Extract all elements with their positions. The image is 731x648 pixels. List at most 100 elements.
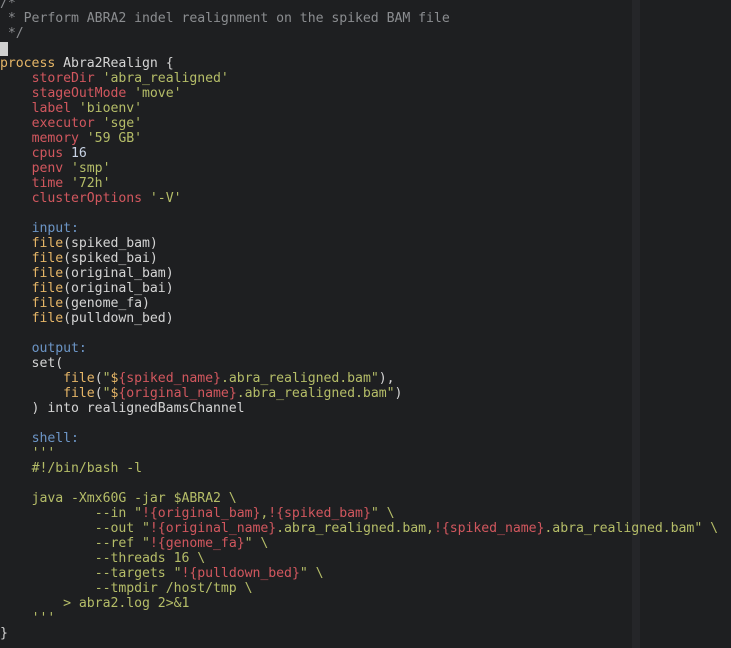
code-line[interactable]: clusterOptions '-V' xyxy=(0,191,718,206)
string-token: ''' xyxy=(31,611,56,626)
plain-token: ) xyxy=(394,386,403,401)
code-line[interactable]: label 'bioenv' xyxy=(0,101,718,116)
plain-token: set( xyxy=(0,356,64,371)
code-line[interactable]: input: xyxy=(0,221,718,236)
variable-token: !{spiked_name} xyxy=(433,521,545,536)
code-line[interactable]: stageOutMode 'move' xyxy=(0,86,718,101)
code-line[interactable]: file("${original_name}.abra_realigned.ba… xyxy=(0,386,718,401)
property-token: executor xyxy=(31,116,95,131)
string-token: --threads 16 \ xyxy=(94,551,206,566)
code-line[interactable]: penv 'smp' xyxy=(0,161,718,176)
keyword-token: file xyxy=(31,251,64,266)
code-line[interactable]: ) into realignedBamsChannel xyxy=(0,401,718,416)
code-line[interactable]: */ xyxy=(0,26,718,41)
code-line[interactable]: --threads 16 \ xyxy=(0,551,718,566)
code-line[interactable]: output: xyxy=(0,341,718,356)
code-line[interactable] xyxy=(0,476,718,491)
property-token: time xyxy=(31,176,64,191)
code-line[interactable]: file(pulldown_bed) xyxy=(0,311,718,326)
code-line[interactable]: file(spiked_bai) xyxy=(0,251,718,266)
code-line[interactable] xyxy=(0,416,718,431)
string-token: " \ xyxy=(244,536,269,551)
comment-token: * Perform ABRA2 indel realignment on the… xyxy=(0,11,450,26)
code-line[interactable]: file(original_bai) xyxy=(0,281,718,296)
variable-token: {spiked_name} xyxy=(118,371,221,386)
keyword-token: file xyxy=(31,236,64,251)
code-line[interactable] xyxy=(0,326,718,341)
property-token: storeDir xyxy=(31,71,95,86)
code-line[interactable]: #!/bin/bash -l xyxy=(0,461,718,476)
string-token: '59 GB' xyxy=(86,131,143,146)
number-token: 16 xyxy=(71,146,87,161)
code-line[interactable]: shell: xyxy=(0,431,718,446)
plain-token: ) into realignedBamsChannel xyxy=(0,401,245,416)
code-line[interactable]: storeDir 'abra_realigned' xyxy=(0,71,718,86)
code-line[interactable]: --out "!{original_name}.abra_realigned.b… xyxy=(0,521,718,536)
property-token: memory xyxy=(31,131,79,146)
code-line[interactable]: --targets "!{pulldown_bed}" \ xyxy=(0,566,718,581)
string-token: .abra_realigned.bam" xyxy=(236,386,395,401)
code-editor[interactable]: /* * Perform ABRA2 indel realignment on … xyxy=(0,0,718,641)
plain-token: (original_bai) xyxy=(63,281,174,296)
code-line[interactable]: * Perform ABRA2 indel realignment on the… xyxy=(0,11,718,26)
code-line[interactable] xyxy=(0,206,718,221)
string-token: .abra_realigned.bam" xyxy=(220,371,379,386)
code-line[interactable]: > abra2.log 2>&1 xyxy=(0,596,718,611)
label-token: output: xyxy=(31,341,87,356)
comment-token: /* xyxy=(0,0,16,11)
code-line[interactable]: ''' xyxy=(0,611,718,626)
code-line[interactable]: /* xyxy=(0,0,718,11)
code-line[interactable]: java -Xmx60G -jar $ABRA2 \ xyxy=(0,491,718,506)
property-token: clusterOptions xyxy=(31,191,143,206)
code-line[interactable]: } xyxy=(0,626,718,641)
string-token: 'smp' xyxy=(71,161,111,176)
code-line[interactable]: --tmpdir /host/tmp \ xyxy=(0,581,718,596)
plain-token: (spiked_bam) xyxy=(63,236,158,251)
string-token: '-V' xyxy=(149,191,182,206)
code-line[interactable]: file(original_bam) xyxy=(0,266,718,281)
code-line[interactable]: set( xyxy=(0,356,718,371)
label-token: shell: xyxy=(31,431,79,446)
code-line[interactable]: file(spiked_bam) xyxy=(0,236,718,251)
variable-token: !{genome_fa} xyxy=(149,536,245,551)
variable-token: !{pulldown_bed} xyxy=(181,566,300,581)
code-line[interactable]: cpus 16 xyxy=(0,146,718,161)
property-token: cpus xyxy=(31,146,64,161)
variable-token: !{original_bam} xyxy=(142,506,261,521)
code-line[interactable]: time '72h' xyxy=(0,176,718,191)
string-token: --out " xyxy=(94,521,150,536)
code-line[interactable]: executor 'sge' xyxy=(0,116,718,131)
code-line[interactable]: memory '59 GB' xyxy=(0,131,718,146)
code-line[interactable]: file("${spiked_name}.abra_realigned.bam"… xyxy=(0,371,718,386)
property-token: label xyxy=(31,101,72,116)
code-line[interactable]: file(genome_fa) xyxy=(0,296,718,311)
code-line[interactable]: --ref "!{genome_fa}" \ xyxy=(0,536,718,551)
string-token: --targets " xyxy=(94,566,182,581)
code-line[interactable] xyxy=(0,41,718,56)
code-line[interactable]: process Abra2Realign { xyxy=(0,56,718,71)
plain-token: ( xyxy=(94,371,103,386)
code-line[interactable]: ''' xyxy=(0,446,718,461)
code-line[interactable]: --in "!{original_bam},!{spiked_bam}" \ xyxy=(0,506,718,521)
string-token: #!/bin/bash -l xyxy=(31,461,143,476)
